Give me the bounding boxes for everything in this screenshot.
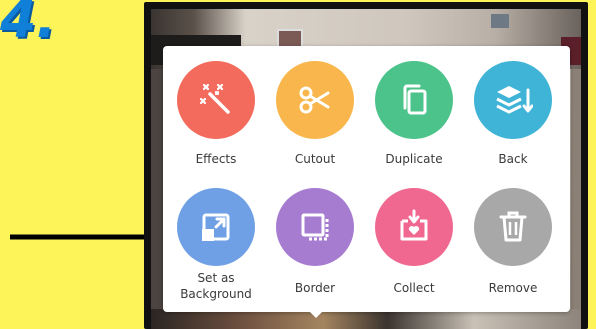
trash-icon xyxy=(474,188,552,266)
set-background-icon xyxy=(177,188,255,266)
collect-button[interactable]: Collect xyxy=(366,188,462,296)
step-number: 4. xyxy=(0,0,56,50)
back-button[interactable]: Back xyxy=(465,61,561,167)
duplicate-icon xyxy=(375,61,453,139)
collect-icon xyxy=(375,188,453,266)
back-label: Back xyxy=(498,152,528,166)
effects-button[interactable]: Effects xyxy=(168,61,264,167)
collect-label: Collect xyxy=(393,281,435,295)
remove-button[interactable]: Remove xyxy=(465,188,561,296)
layers-back-icon xyxy=(474,61,552,139)
duplicate-button[interactable]: Duplicate xyxy=(366,61,462,167)
magic-wand-icon xyxy=(177,61,255,139)
border-button[interactable]: Border xyxy=(267,188,363,296)
cutout-button[interactable]: Cutout xyxy=(267,61,363,167)
scissors-icon xyxy=(276,61,354,139)
menu-pointer xyxy=(308,310,324,318)
remove-label: Remove xyxy=(488,281,538,295)
set-as-background-button[interactable]: Set as Background xyxy=(168,188,264,302)
label-line-2: Background xyxy=(180,287,252,301)
effects-label: Effects xyxy=(195,152,237,166)
label-line-1: Set as xyxy=(197,271,235,285)
border-icon xyxy=(276,188,354,266)
duplicate-label: Duplicate xyxy=(385,152,443,166)
border-label: Border xyxy=(294,281,336,295)
cutout-label: Cutout xyxy=(294,152,336,166)
set-as-background-label: Set as Background xyxy=(168,270,264,302)
